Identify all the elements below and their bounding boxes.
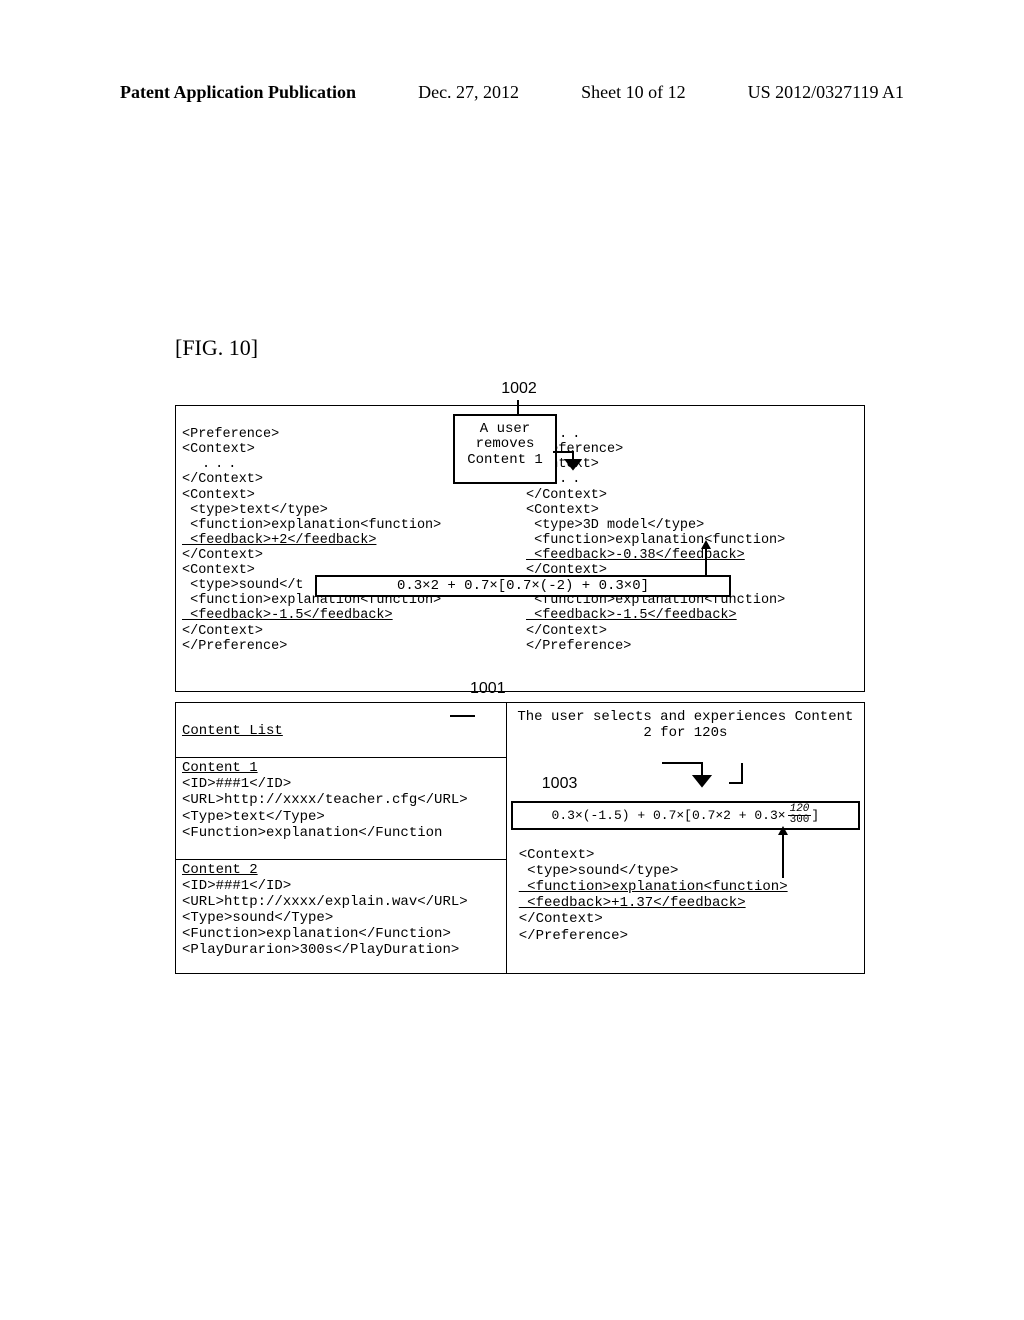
xml-line: <ID>###1</ID> xyxy=(182,776,291,792)
arrow-up-icon xyxy=(705,542,727,577)
bottom-row: Content List Content 1 <ID>###1</ID> <UR… xyxy=(175,702,865,974)
xml-line: <feedback>+2</feedback> xyxy=(182,533,376,548)
xml-line: <URL>http://xxxx/teacher.cfg</URL> xyxy=(182,792,468,808)
xml-line: </Context> xyxy=(519,911,603,927)
xml-line: <feedback>+1.37</feedback> xyxy=(519,895,746,911)
xml-line: </Context> xyxy=(182,472,263,487)
xml-line: <PlayDurarion>300s</PlayDuration> xyxy=(182,942,459,958)
content-2-name: Content 2 xyxy=(182,862,258,878)
xml-line: <Context> xyxy=(519,847,595,863)
pub-date: Dec. 27, 2012 xyxy=(418,82,519,103)
xml-line: <type>text</type> xyxy=(182,503,328,518)
ref-1002: 1002 xyxy=(501,380,537,398)
xml-line: <ID>###1</ID> xyxy=(182,878,291,894)
xml-line: <Context> xyxy=(182,488,255,503)
xml-line: <Context> xyxy=(526,503,599,518)
xml-line: <type>sound</type> xyxy=(519,863,679,879)
xml-line: <type>3D model</type> xyxy=(526,518,704,533)
xml-line: </Preference> xyxy=(526,639,631,654)
xml-line: </Preference> xyxy=(519,928,628,944)
xml-line: <Function>explanation</Function> xyxy=(182,926,451,942)
xml-line: <Preference> xyxy=(182,427,279,442)
xml-line: </Preference> xyxy=(182,639,287,654)
figure-label: [FIG. 10] xyxy=(175,335,258,361)
xml-line: <Function>explanation</Function xyxy=(182,825,442,841)
sheet-number: Sheet 10 of 12 xyxy=(581,82,685,103)
xml-line: </Context> xyxy=(526,624,607,639)
arrow-icon xyxy=(553,447,593,482)
xml-line: </Context> xyxy=(182,624,263,639)
formula-1: 0.3×2 + 0.7×[0.7×(-2) + 0.3×0] xyxy=(315,575,731,597)
xml-line: <function>explanation<function> xyxy=(526,533,785,548)
xml-line: <Context> xyxy=(182,563,255,578)
fraction-den: 300 xyxy=(788,816,812,826)
content-2: Content 2 <ID>###1</ID> <URL>http://xxxx… xyxy=(176,859,506,961)
patent-page: Patent Application Publication Dec. 27, … xyxy=(0,0,1024,1320)
formula-2: 0.3×(-1.5) + 0.7×[0.7×2 + 0.3× 120 300 ] xyxy=(511,801,860,830)
ref-1003: 1003 xyxy=(542,775,578,793)
user-removes-label: A user removes Content 1 xyxy=(453,414,557,484)
pub-number: US 2012/0327119 A1 xyxy=(748,82,904,103)
xml-line: <URL>http://xxxx/explain.wav</URL> xyxy=(182,894,468,910)
down-arrow-icon xyxy=(652,758,752,793)
page-header: Patent Application Publication Dec. 27, … xyxy=(120,82,904,103)
content-list-title: Content List xyxy=(176,719,506,741)
xml-line: <Type>text</Type> xyxy=(182,809,325,825)
ref-1001: 1001 xyxy=(470,680,506,698)
xml-line: <feedback>-1.5</feedback> xyxy=(182,608,393,623)
pub-title: Patent Application Publication xyxy=(120,82,356,103)
xml-line: </Context> xyxy=(182,548,263,563)
content-1-name: Content 1 xyxy=(182,760,258,776)
formula-2-post: ] xyxy=(811,808,819,823)
xml-line: <function>explanation<function> xyxy=(519,879,788,895)
user-selects-label: The user selects and experiences Content… xyxy=(507,703,864,743)
right-bottom-panel: The user selects and experiences Content… xyxy=(507,703,864,973)
xml-line: <Type>sound</Type> xyxy=(182,910,333,926)
context-snippet: <Context> <type>sound</type> <function>e… xyxy=(519,831,788,960)
xml-line: ... xyxy=(202,457,241,472)
xml-line: <Context> xyxy=(182,442,255,457)
formula-2-pre: 0.3×(-1.5) + 0.7×[0.7×2 + 0.3× xyxy=(552,808,786,823)
xml-line: <feedback>-1.5</feedback> xyxy=(526,608,737,623)
content-1: Content 1 <ID>###1</ID> <URL>http://xxxx… xyxy=(176,757,506,842)
content-list: Content List Content 1 <ID>###1</ID> <UR… xyxy=(176,703,507,973)
xml-line: </Context> xyxy=(526,488,607,503)
xml-line: <function>explanation<function> xyxy=(182,518,441,533)
xml-line: <type>sound</t xyxy=(182,578,304,593)
fraction: 120 300 xyxy=(788,805,812,826)
